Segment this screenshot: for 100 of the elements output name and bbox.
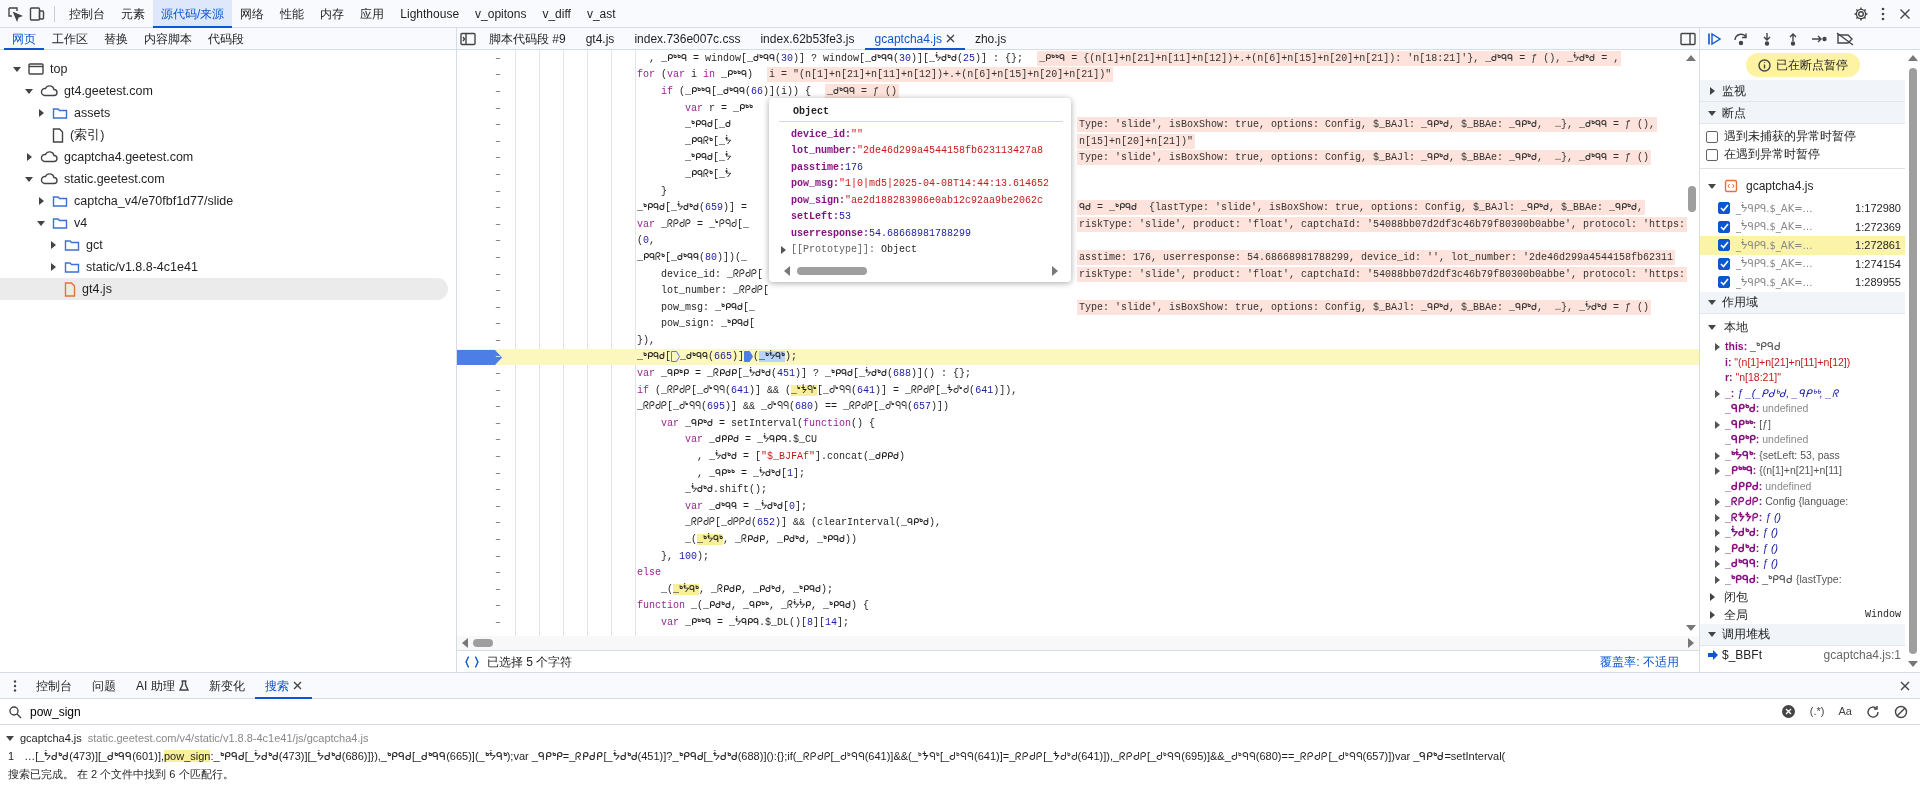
expanded-arrow-icon[interactable] [25, 87, 33, 95]
file-tab[interactable]: index.62b53fe3.js [750, 27, 865, 50]
collapsed-arrow-icon[interactable] [1713, 343, 1721, 352]
scroll-up-icon[interactable] [1907, 54, 1918, 62]
panel-tab[interactable]: 源代码/来源 [153, 0, 233, 28]
navigator-tab[interactable]: 代码段 [200, 27, 252, 50]
scrollbar-thumb[interactable] [1908, 68, 1917, 654]
breakpoint-item[interactable]: _ᖭᑫᑭᑫ.$_AK=… 1:274154 [1700, 254, 1905, 273]
sidebar-toggle-icon[interactable] [1680, 31, 1696, 46]
sidebar-toggle-icon[interactable] [460, 31, 476, 46]
checkbox-option[interactable]: 在遇到异常时暂停 [1700, 146, 1905, 164]
tree-item[interactable]: assets [0, 102, 448, 124]
call-frame[interactable]: $_BBFt gcaptcha4.js:1 [1700, 645, 1905, 664]
settings-icon[interactable] [1853, 5, 1869, 22]
breakpoint-item[interactable]: _ᖭᑫᑭᑫ.$_AK=… 1:289955 [1700, 273, 1905, 292]
section-header[interactable]: 监视 [1700, 80, 1905, 102]
scrollbar-thumb[interactable] [1688, 186, 1696, 212]
section-header[interactable]: 断点 [1700, 102, 1905, 124]
coverage-link[interactable]: 覆盖率: 不适用 [1600, 652, 1679, 671]
file-tab[interactable]: index.736e007c.css [624, 27, 751, 50]
collapsed-arrow-icon[interactable] [1713, 420, 1721, 429]
panel-tab[interactable]: 元素 [113, 0, 153, 28]
collapsed-arrow-icon[interactable] [37, 109, 45, 117]
tree-item[interactable]: static/v1.8.8-4c1e41 [0, 256, 448, 278]
navigator-tab[interactable]: 内容脚本 [136, 27, 200, 50]
panel-tab[interactable]: v_opitons [467, 0, 535, 28]
expanded-arrow-icon[interactable] [13, 65, 21, 73]
collapsed-arrow-icon[interactable] [1713, 529, 1721, 538]
scroll-left-icon[interactable] [783, 266, 791, 276]
navigator-tab[interactable]: 工作区 [44, 27, 96, 50]
expanded-arrow-icon[interactable] [37, 219, 45, 227]
collapsed-arrow-icon[interactable] [49, 263, 57, 271]
navigator-tab[interactable]: 替换 [96, 27, 136, 50]
collapsed-arrow-icon[interactable] [1713, 544, 1721, 553]
panel-tab[interactable]: v_diff [534, 0, 579, 28]
collapsed-arrow-icon[interactable] [779, 245, 787, 254]
inspect-icon[interactable] [7, 5, 23, 22]
expanded-arrow-icon[interactable] [1708, 108, 1716, 117]
scope-group[interactable]: 闭包 [1700, 587, 1905, 606]
checkbox-option[interactable]: 遇到未捕获的异常时暂停 [1700, 128, 1905, 146]
tree-item[interactable]: top [0, 58, 448, 80]
collapsed-arrow-icon[interactable] [37, 197, 45, 205]
collapsed-arrow-icon[interactable] [25, 153, 33, 161]
collapsed-arrow-icon[interactable] [1708, 86, 1716, 95]
panel-tab[interactable]: 控制台 [61, 0, 113, 28]
collapsed-arrow-icon[interactable] [1713, 451, 1721, 460]
collapsed-arrow-icon[interactable] [1713, 575, 1721, 584]
collapsed-arrow-icon[interactable] [1708, 610, 1716, 619]
step-over-icon[interactable] [1733, 31, 1749, 46]
file-tab[interactable]: gt4.js [575, 27, 625, 50]
expanded-arrow-icon[interactable] [1708, 630, 1716, 638]
clear-icon[interactable] [1781, 704, 1797, 719]
scroll-up-icon[interactable] [1686, 54, 1696, 62]
collapsed-arrow-icon[interactable] [49, 241, 57, 249]
tree-item[interactable]: (索引) [0, 124, 448, 146]
breakpoint-item[interactable]: _ᖭᑫᑭᑫ.$_AK=… 1:272369 [1700, 217, 1905, 236]
collapsed-arrow-icon[interactable] [1708, 592, 1716, 601]
panel-tab[interactable]: 性能 [272, 0, 313, 28]
regex-toggle[interactable]: (.*) [1805, 703, 1829, 720]
expanded-arrow-icon[interactable] [1708, 182, 1716, 190]
collapsed-arrow-icon[interactable] [1713, 467, 1721, 476]
panel-tab[interactable]: Lighthouse [392, 0, 468, 28]
scope-group[interactable]: 全局 Window [1700, 605, 1905, 624]
scrollbar-thumb[interactable] [797, 267, 867, 275]
device-toolbar-icon[interactable] [29, 5, 45, 22]
collapsed-arrow-icon[interactable] [1713, 560, 1721, 569]
resume-icon[interactable] [1707, 31, 1723, 46]
deactivate-breakpoints-icon[interactable] [1836, 31, 1854, 46]
expanded-arrow-icon[interactable] [1708, 322, 1716, 331]
search-result[interactable]: …[_ᖭᑯᒃᑯ(473)][_ᑯᒃᑫᑫ(601)],pow_sign:_ᒃᑭᑫᑯ[_ᖭᑯᒃᑯ(473)][_ᖭᑯᒃᑯ(686)]}),_ᒃᑭᑫᑯ[_ᑯᒃᑫᑫ(665)](_ᒃᖭᑫᒃ);var _ᑫᑭᒃᑭ=_ᖇᑭᑯᑭ[_ᖭᑯᒃᑯ(451)]?_ᒃᑭᑫᑯ[_ᖭᑯᒃᑯ(688)]():{};if(_ᖇᑭᑯᑭ[_ᑯᒃᑫᑫ(641)]&&(_ᒃᖭᑫᒃ[_ᑯᒃᑫᑫ(641)]=_ᖇᑭᑯᑭ[_ᖭᑯᒃᑯ(641)]),_ᖇᑭᑯᑭ[_ᑯᒃᑫᑫ(695)]&&_ᑯᒃᑫᑫ(680)==_ᖇᑭᑯᑭ[_ᑯᒃᑫᑫ(657)])var _ᑫᑭᒃᑯ=setInterval( [24, 747, 1506, 765]
search-field[interactable]: pow_sign [28, 701, 1772, 722]
breakpoint-item[interactable]: _ᖭᑫᑭᑫ.$_AK=… 1:272861 [1700, 236, 1905, 255]
drawer-tab[interactable]: 问题 [82, 672, 126, 699]
tree-item[interactable]: gt4.geetest.com [0, 80, 448, 102]
panel-tab[interactable]: v_ast [578, 0, 624, 28]
drawer-tab[interactable]: 搜索 [254, 672, 312, 699]
close-icon[interactable] [292, 681, 302, 690]
drawer-tab[interactable]: AI 助理 [126, 672, 199, 699]
cancel-icon[interactable] [1894, 704, 1908, 719]
tree-item[interactable]: gcaptcha4.geetest.com [0, 146, 448, 168]
pretty-print-icon[interactable] [465, 655, 479, 668]
result-file-header[interactable]: gcaptcha4.js static.geetest.com/v4/static/v1.8.8-4c1e41/js/gcaptcha4.js [0, 729, 1920, 747]
scroll-right-icon[interactable] [1687, 638, 1695, 648]
tree-item[interactable]: gt4.js [0, 278, 448, 300]
tree-item[interactable]: gct [0, 234, 448, 256]
collapsed-arrow-icon[interactable] [1713, 389, 1721, 398]
refresh-icon[interactable] [1866, 704, 1880, 719]
file-group-header[interactable]: gcaptcha4.js [1700, 169, 1905, 199]
file-tab[interactable]: 脚本代码段 #9 [479, 27, 576, 50]
panel-tab[interactable]: 应用 [352, 0, 393, 28]
panel-tab[interactable]: 网络 [232, 0, 273, 28]
close-icon[interactable] [945, 34, 955, 43]
navigator-tab[interactable]: 网页 [4, 27, 44, 50]
drawer-tab[interactable]: 控制台 [26, 672, 82, 699]
collapsed-arrow-icon[interactable] [1713, 513, 1721, 522]
drawer-tab[interactable]: 新变化 [198, 672, 255, 699]
scroll-down-icon[interactable] [1907, 660, 1918, 668]
tree-item[interactable]: captcha_v4/e70fbf1d77/slide [0, 190, 448, 212]
match-case-toggle[interactable]: Aa [1834, 703, 1856, 720]
section-header[interactable]: 调用堆栈 [1700, 623, 1905, 646]
